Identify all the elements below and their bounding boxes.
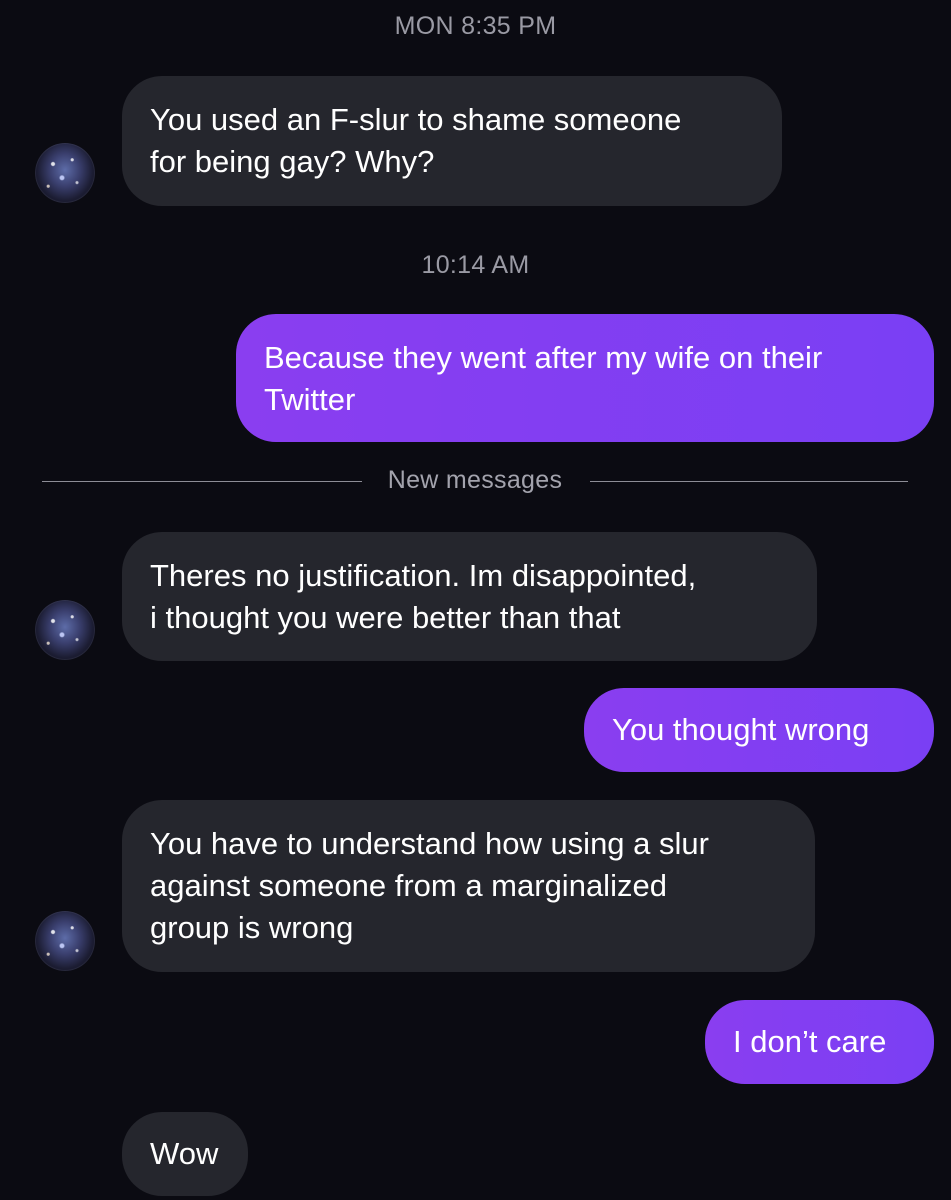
- message-text-line: You have to understand how using a slur: [150, 826, 709, 861]
- contact-avatar[interactable]: [35, 143, 95, 203]
- outgoing-message-bubble[interactable]: Because they went after my wife on their…: [236, 314, 934, 442]
- incoming-message-bubble[interactable]: Wow: [122, 1112, 248, 1196]
- message-text-line: Wow: [150, 1136, 219, 1171]
- message-text-line: You thought wrong: [612, 712, 870, 747]
- message-text-line: group is wrong: [150, 910, 354, 945]
- message-text-line: You used an F-slur to shame someone: [150, 102, 682, 137]
- contact-avatar[interactable]: [35, 600, 95, 660]
- divider-rule: [590, 481, 908, 482]
- message-text-line: Twitter: [264, 382, 356, 417]
- new-messages-divider: New messages: [42, 460, 908, 504]
- incoming-message-bubble[interactable]: Theres no justification. Im disappointed…: [122, 532, 817, 661]
- incoming-message-bubble[interactable]: You used an F-slur to shame someone for …: [122, 76, 782, 206]
- message-text-line: Theres no justification. Im disappointed…: [150, 558, 697, 593]
- message-thread: MON 8:35 PM You used an F-slur to shame …: [0, 0, 951, 1200]
- message-text-line: I don’t care: [733, 1024, 887, 1059]
- outgoing-message-bubble[interactable]: You thought wrong: [584, 688, 934, 772]
- message-text-line: Because they went after my wife on their: [264, 340, 823, 375]
- message-text-line: for being gay? Why?: [150, 144, 435, 179]
- contact-avatar[interactable]: [35, 911, 95, 971]
- incoming-message-bubble[interactable]: You have to understand how using a slur …: [122, 800, 815, 972]
- message-text-line: i thought you were better than that: [150, 600, 621, 635]
- timestamp: 10:14 AM: [421, 251, 530, 279]
- outgoing-message-bubble[interactable]: I don’t care: [705, 1000, 934, 1084]
- timestamp: MON 8:35 PM: [394, 12, 557, 40]
- message-text-line: against someone from a marginalized: [150, 868, 667, 903]
